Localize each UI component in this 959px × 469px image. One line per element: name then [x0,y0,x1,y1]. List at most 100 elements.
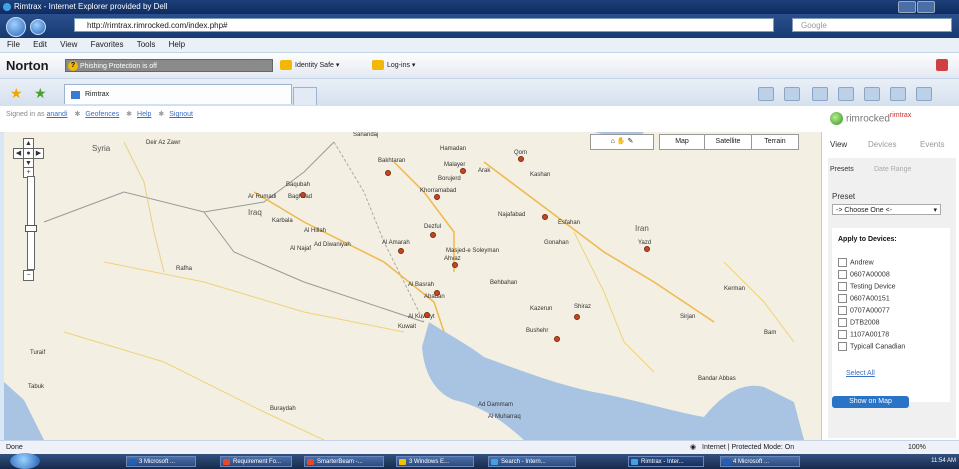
home-icon[interactable] [758,87,774,101]
city-label: Bam [764,330,777,336]
identity-icon [280,60,292,71]
logo-sup: rimtrax [889,112,912,119]
city-marker [434,290,440,296]
city-label: Turaif [30,350,46,356]
menu-view[interactable]: View [60,40,77,49]
taskbar-button[interactable]: Requirement Fo... [220,456,292,467]
taskbar-button[interactable]: SmarterBeam -... [304,456,384,467]
select-all-link[interactable]: Select All [846,370,875,377]
norton-settings-icon[interactable] [936,59,948,71]
globe-icon [830,112,843,126]
menu-file[interactable]: File [7,40,20,49]
map-tools[interactable]: ⌂ ✋ ✎ [590,134,654,150]
tools-icon[interactable] [864,87,880,101]
device-checkbox[interactable]: Testing Device [838,282,896,291]
checkbox-icon [838,342,847,351]
preset-select[interactable]: -> Choose One <- ▾ [832,204,941,215]
tab-devices[interactable]: Devices [868,140,896,149]
city-label: Borujerd [438,176,461,182]
forward-button[interactable] [30,19,46,35]
login-button[interactable]: Log-ins ▾ [372,59,415,72]
identity-label: Identity Safe ▾ [295,62,340,69]
city-marker [542,214,548,220]
add-favorite-icon[interactable]: ★ [34,85,47,102]
taskbar-button[interactable]: 3 Microsoft ... [126,456,196,467]
city-marker [554,336,560,342]
city-marker [574,314,580,320]
start-button[interactable] [10,453,40,469]
taskbar-button[interactable]: 4 Microsoft ... [720,456,800,467]
zoom-slider[interactable] [25,176,37,270]
menu-edit[interactable]: Edit [33,40,47,49]
signout-link[interactable]: Signout [169,111,193,118]
taskbar-label: SmarterBeam -... [317,459,363,465]
maximize-button[interactable] [917,1,935,13]
search-input[interactable]: Google [792,18,952,32]
device-label: Andrew [850,259,874,267]
city-label: Khorramabad [420,188,457,194]
city-label: Kuwait [398,324,417,330]
map-type-map-button[interactable]: Map [659,134,705,150]
username-link[interactable]: anandi [46,111,67,118]
geofences-link[interactable]: Geofences [85,111,119,118]
city-label: Kerman [724,286,746,292]
map-type-terrain-button[interactable]: Terrain [751,134,799,150]
menu-tools[interactable]: Tools [137,40,156,49]
zoom-handle[interactable] [25,225,37,232]
subtab-presets[interactable]: Presets [830,166,854,173]
identity-safe-button[interactable]: Identity Safe ▾ [280,59,339,72]
taskbar-button[interactable]: Search - Intern... [488,456,576,467]
taskbar-button-active[interactable]: Rimtrax - Inter... [628,456,704,467]
window-controls [897,1,953,30]
signed-in-info: Signed in as anandi ✱ Geofences ✱ Help ✱ Si… [6,111,194,118]
preset-label: Preset [832,192,856,201]
research-icon[interactable] [916,87,932,101]
device-panel: Apply to Devices: Andrew 0607A00008 Test… [832,228,950,402]
device-checkbox[interactable]: DTB2008 [838,318,880,327]
preset-value: -> Choose One <- [836,207,893,214]
feeds-icon[interactable] [784,87,800,101]
browser-tab[interactable]: Rimtrax [64,84,292,104]
signed-in-label: Signed in as [6,111,45,118]
city-marker [385,170,391,176]
checkbox-icon [838,330,847,339]
address-input[interactable]: http://rimtrax.rimrocked.com/index.php# [74,18,774,32]
tab-events[interactable]: Events [920,140,944,149]
taskbar-label: Rimtrax - Inter... [641,459,684,465]
clock[interactable]: 11:54 AM [931,456,956,467]
device-checkbox[interactable]: Typicall Canadian [838,342,905,351]
minimize-button[interactable] [898,1,916,13]
city-marker [430,232,436,238]
login-label: Log-ins ▾ [387,62,416,69]
help-menu-icon[interactable] [890,87,906,101]
device-checkbox[interactable]: 0607A00008 [838,270,890,279]
page-icon[interactable] [838,87,854,101]
city-marker [452,262,458,268]
help-link[interactable]: Help [137,111,151,118]
back-button[interactable] [6,17,26,37]
device-checkbox[interactable]: 0707A00077 [838,306,890,315]
device-checkbox[interactable]: 1107A00178 [838,330,889,339]
subtab-date-range[interactable]: Date Range [874,166,911,173]
device-checkbox[interactable]: 0607A00151 [838,294,890,303]
menu-help[interactable]: Help [169,40,185,49]
map-type-satellite-button[interactable]: Satellite [704,134,752,150]
pan-right-button[interactable]: ▶ [33,148,44,159]
zoom-out-button[interactable]: − [23,270,34,281]
tab-view[interactable]: View [830,140,847,149]
show-on-map-button[interactable]: Show on Map [832,396,909,408]
menu-favorites[interactable]: Favorites [91,40,124,49]
new-tab-button[interactable] [293,87,317,105]
city-label: Ad Diwaniyah [314,242,351,248]
map-view[interactable]: ▲ ◀ ● ▶ ▼ + − ⌂ ✋ ✎ Map Satellite Terrai… [4,132,822,440]
favorites-star-icon[interactable]: ★ [10,85,23,102]
checkbox-icon [838,294,847,303]
zoom-level[interactable]: 100% [908,441,926,455]
city-label: Arak [478,168,491,174]
taskbar-button[interactable]: 3 Windows E... [396,456,474,467]
device-checkbox[interactable]: Andrew [838,258,874,267]
phishing-dropdown[interactable]: ? Phishing Protection is off [65,59,273,72]
favorites-tab-row: ★ ★ Rimtrax [0,79,959,107]
checkbox-icon [838,282,847,291]
print-icon[interactable] [812,87,828,101]
